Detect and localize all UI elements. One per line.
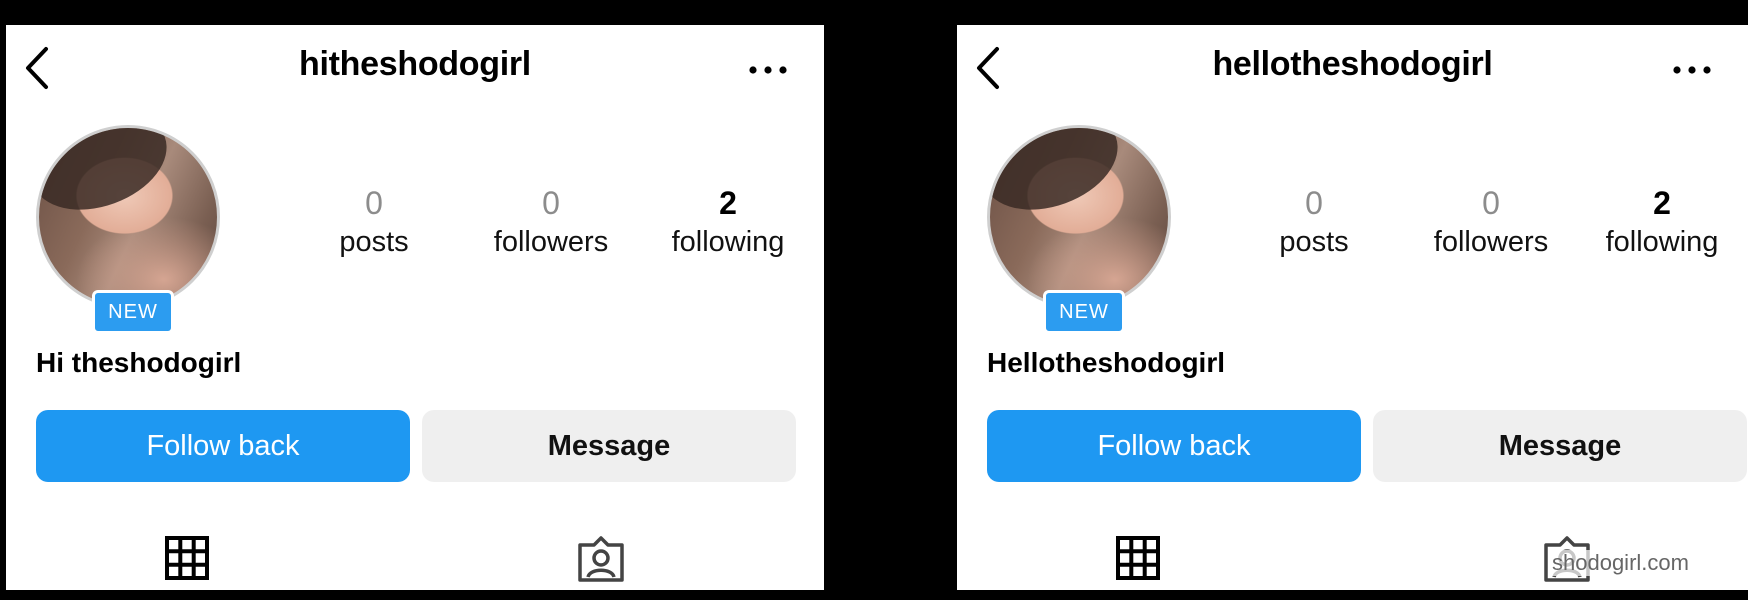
stat-following[interactable]: 2 following [1577,183,1747,261]
display-name: Hellotheshodogirl [987,347,1225,378]
avatar[interactable] [36,125,220,309]
posts-count: 0 [365,185,383,221]
avatar[interactable] [987,125,1171,309]
following-label: following [1605,226,1719,258]
following-label: following [671,226,785,258]
followers-label: followers [1433,226,1549,258]
profile-screen-left: hitheshodogirl NEW 0 posts 0 followers 2… [6,25,824,590]
message-button[interactable]: Message [1373,410,1747,482]
new-badge: NEW [1043,290,1125,334]
more-horizontal-icon[interactable] [1672,63,1712,77]
stat-followers[interactable]: 0 followers [466,183,636,261]
followers-label: followers [493,226,609,258]
tagged-icon[interactable] [576,535,626,583]
watermark-text: shodogirl.com [1552,550,1689,576]
message-button[interactable]: Message [422,410,796,482]
more-horizontal-icon[interactable] [748,63,788,77]
following-count: 2 [1653,185,1671,221]
posts-label: posts [339,226,409,258]
following-count: 2 [719,185,737,221]
follow-back-button[interactable]: Follow back [36,410,410,482]
display-name: Hi theshodogirl [36,347,242,378]
profile-screen-right: hellotheshodogirl NEW 0 posts 0 follower… [957,25,1748,590]
stat-following[interactable]: 2 following [643,183,813,261]
grid-icon[interactable] [1115,535,1161,581]
profile-username: hellotheshodogirl [1212,45,1493,83]
stat-posts[interactable]: 0 posts [1229,183,1399,261]
new-badge: NEW [92,290,174,334]
posts-count: 0 [1305,185,1323,221]
followers-count: 0 [542,185,560,221]
grid-icon[interactable] [164,535,210,581]
stat-followers[interactable]: 0 followers [1406,183,1576,261]
profile-username: hitheshodogirl [299,45,531,83]
followers-count: 0 [1482,185,1500,221]
stat-posts[interactable]: 0 posts [289,183,459,261]
posts-label: posts [1279,226,1349,258]
follow-back-button[interactable]: Follow back [987,410,1361,482]
